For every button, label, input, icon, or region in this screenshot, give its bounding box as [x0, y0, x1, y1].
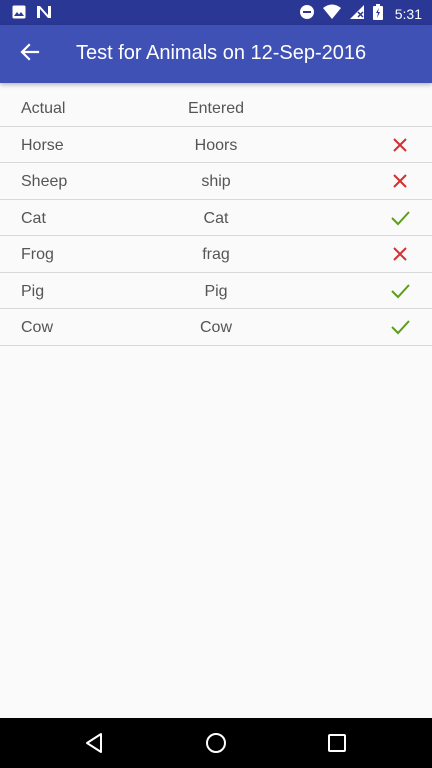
- actual-value: Cow: [21, 319, 54, 336]
- checkmark-icon: [390, 281, 410, 301]
- table-row: Horse Hoors: [0, 127, 432, 163]
- status-left-icons: [12, 5, 52, 24]
- home-circle-icon: [204, 733, 228, 759]
- actual-value: Sheep: [21, 173, 68, 190]
- entered-value: Cat: [203, 209, 229, 227]
- actual-value: Frog: [21, 246, 54, 263]
- header-entered: Entered: [187, 100, 245, 117]
- nav-recents-button[interactable]: [325, 731, 349, 755]
- table-row: Cat Cat: [0, 200, 432, 236]
- image-icon: [12, 5, 26, 24]
- arrow-left-icon: [20, 42, 40, 67]
- cross-icon: [390, 244, 410, 264]
- checkmark-icon: [390, 208, 410, 228]
- results-table: Actual Entered Horse Hoors Sheep ship Ca…: [0, 90, 432, 346]
- header-actual: Actual: [21, 100, 66, 117]
- signal-icon: [349, 4, 365, 23]
- back-button[interactable]: [14, 38, 46, 70]
- status-time: 5:31: [394, 5, 422, 22]
- back-triangle-icon: [83, 733, 107, 759]
- table-header-row: Actual Entered: [0, 90, 432, 127]
- page-title: Test for Animals on 12-Sep-2016: [76, 42, 367, 64]
- entered-value: Hoors: [194, 136, 238, 154]
- nav-home-button[interactable]: [204, 731, 228, 755]
- entered-value: ship: [201, 173, 231, 190]
- recents-square-icon: [325, 734, 349, 759]
- do-not-disturb-icon: [299, 4, 315, 23]
- table-row: Frog frag: [0, 236, 432, 273]
- entered-value: Cow: [199, 319, 233, 336]
- cross-icon: [390, 135, 410, 155]
- table-row: Cow Cow: [0, 309, 432, 346]
- entered-value: frag: [202, 246, 230, 263]
- nav-back-button[interactable]: [83, 731, 107, 755]
- entered-value: Pig: [204, 282, 228, 300]
- actual-value: Horse: [21, 136, 64, 154]
- actual-value: Pig: [21, 282, 45, 300]
- checkmark-icon: [390, 317, 410, 337]
- table-row: Sheep ship: [0, 163, 432, 200]
- cross-icon: [390, 171, 410, 191]
- wifi-icon: [322, 4, 341, 23]
- actual-value: Cat: [21, 209, 46, 227]
- status-right-icons: 5:31: [299, 4, 422, 23]
- system-nav-bar: [0, 718, 432, 768]
- app-toolbar: Test for Animals on 12-Sep-2016: [0, 25, 432, 83]
- battery-icon: [372, 4, 383, 23]
- status-bar: 5:31: [0, 0, 432, 25]
- n-notification-icon: [36, 5, 52, 24]
- table-row: Pig Pig: [0, 273, 432, 309]
